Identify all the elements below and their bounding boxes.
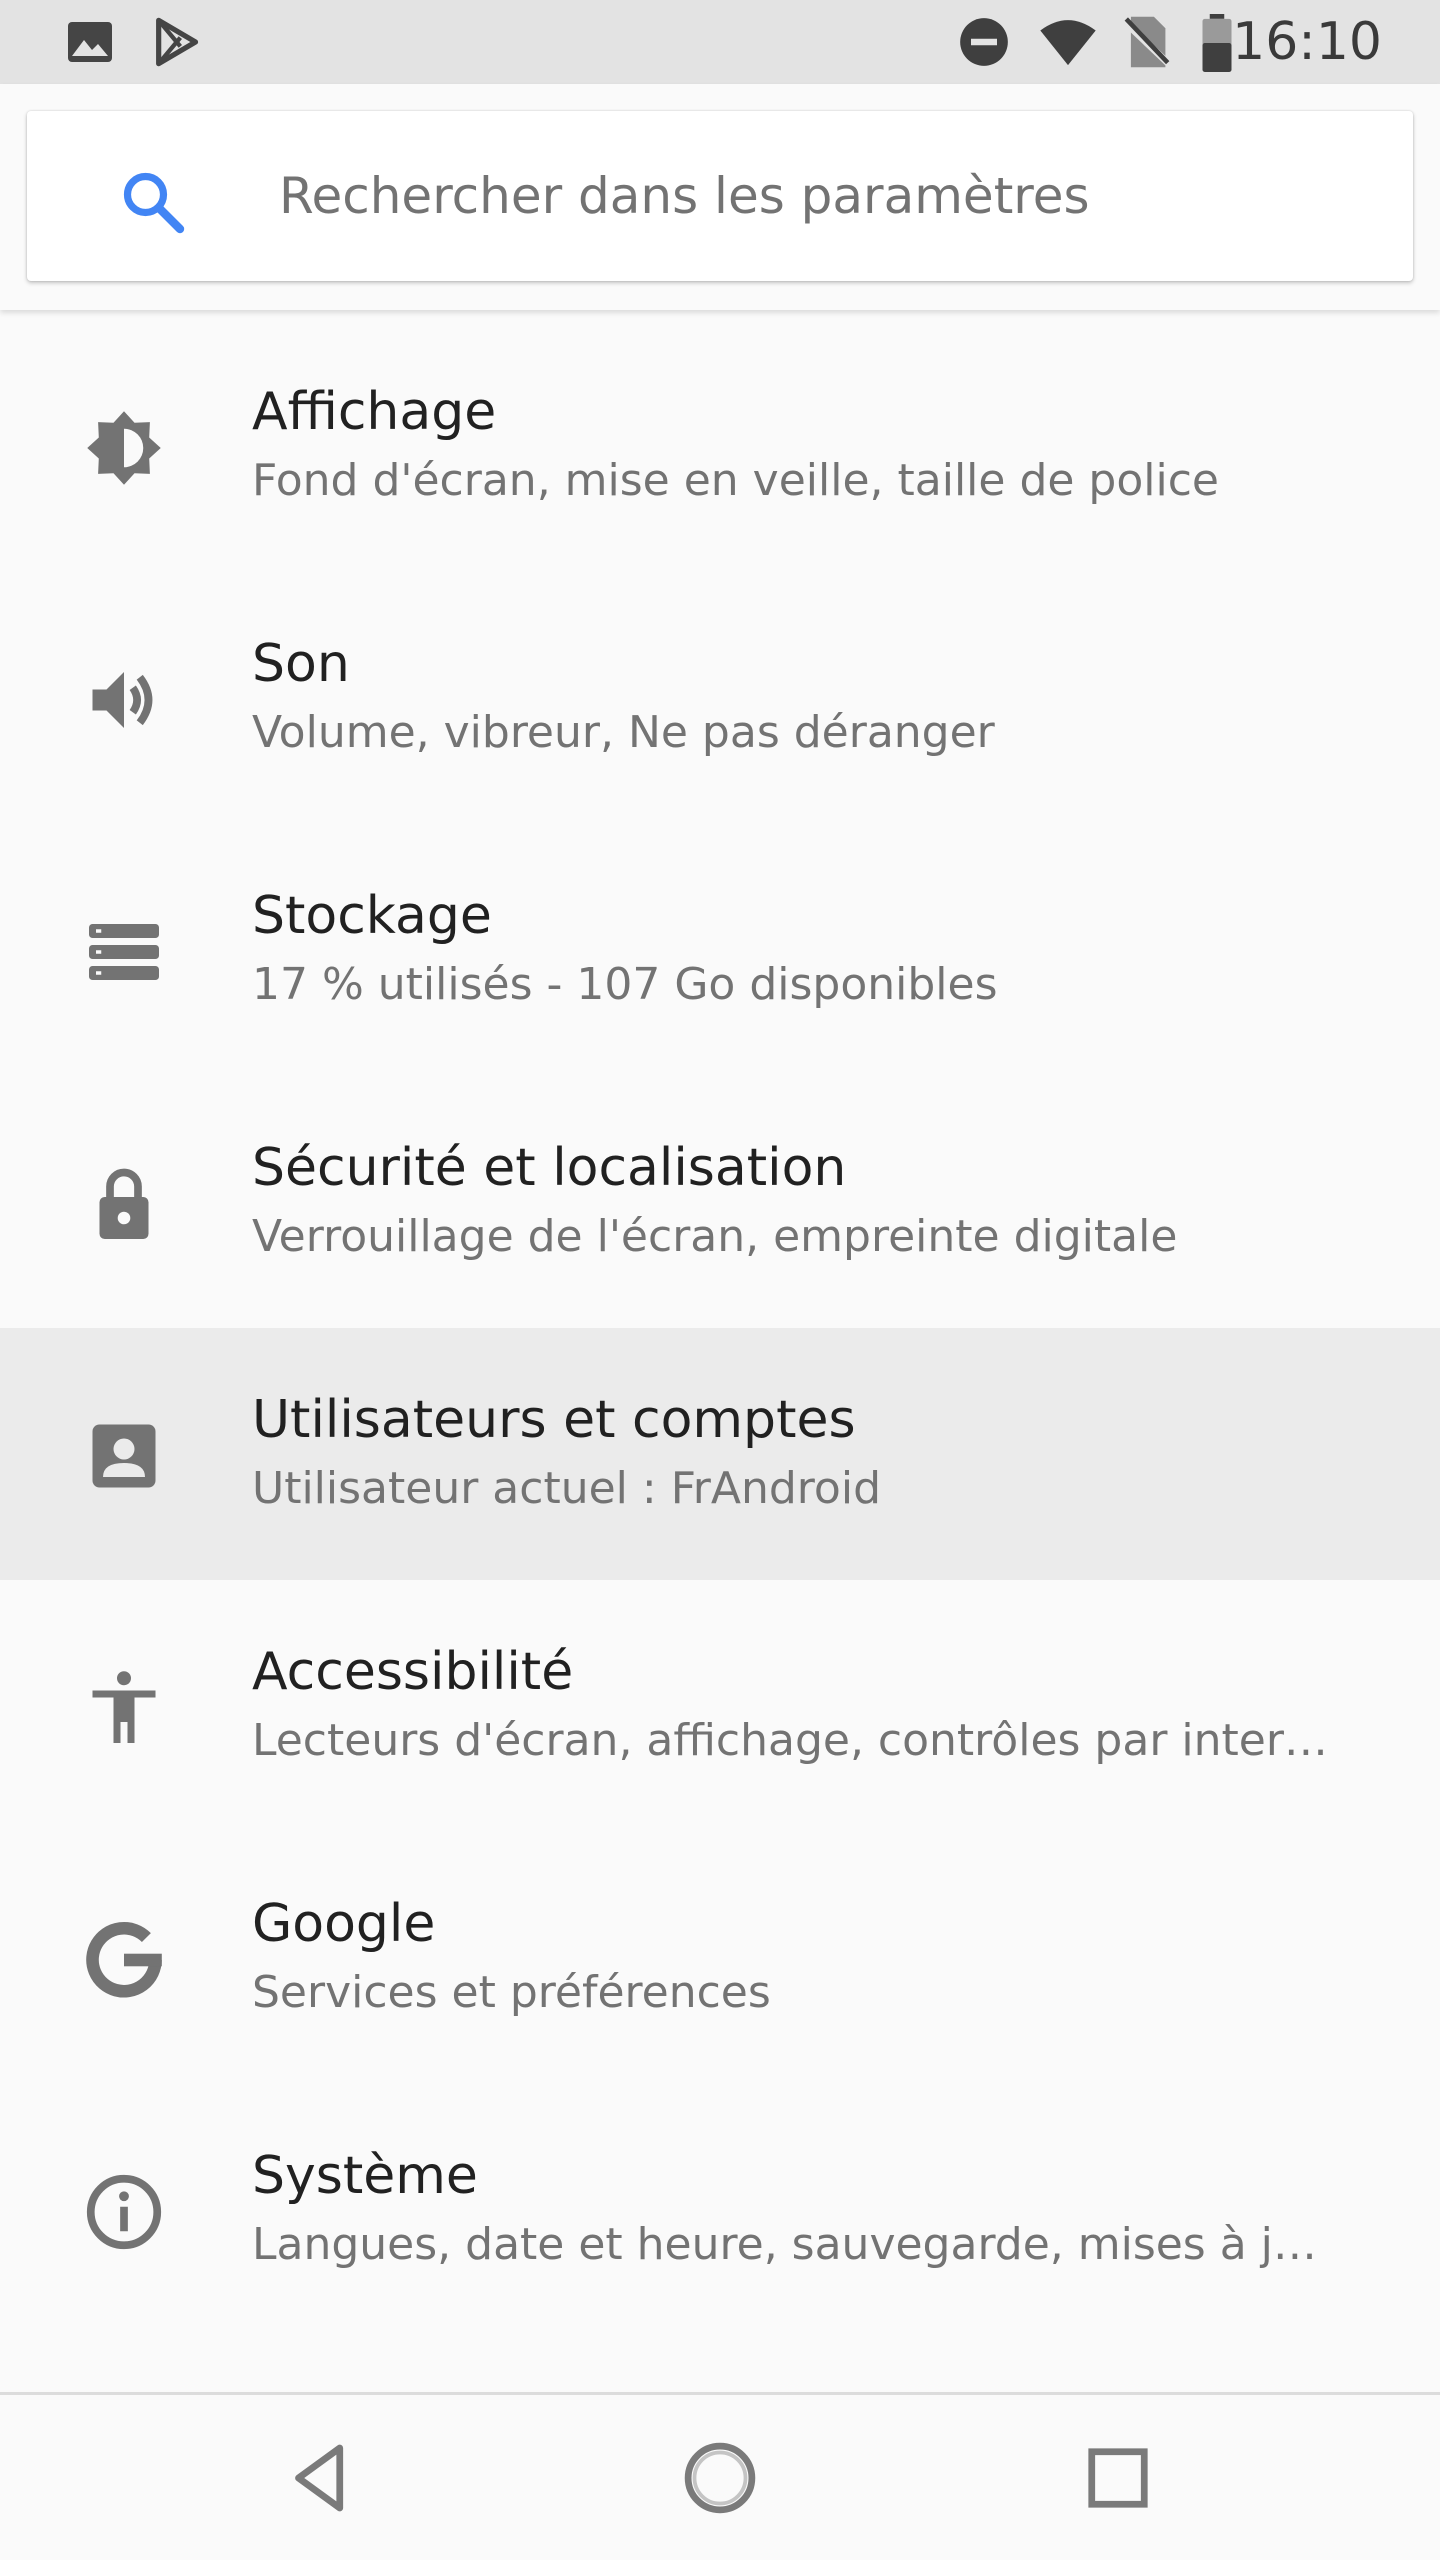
status-time: 16:10 <box>1232 12 1382 72</box>
volume-icon <box>82 658 166 742</box>
settings-item-title: Sécurité et localisation <box>252 1138 847 1198</box>
battery-icon <box>1200 14 1234 76</box>
play-store-icon <box>150 16 202 72</box>
wifi-icon <box>1038 16 1098 72</box>
home-icon[interactable] <box>675 2433 765 2523</box>
settings-item-title: Google <box>252 1894 436 1954</box>
google-icon <box>82 1918 166 2002</box>
settings-item-summary: Utilisateur actuel : FrAndroid <box>252 1463 881 1514</box>
storage-icon <box>82 910 166 994</box>
settings-screen: 16:10 Affic <box>0 0 1440 2560</box>
settings-item-summary: Services et préférences <box>252 1967 771 2018</box>
settings-item-title: Son <box>252 634 350 694</box>
settings-item-summary: Fond d'écran, mise en veille, taille de … <box>252 455 1219 506</box>
search-icon[interactable] <box>117 166 189 238</box>
settings-item-title: Système <box>252 2146 478 2206</box>
settings-item-storage[interactable]: Stockage 17 % utilisés - 107 Go disponib… <box>0 824 1440 1076</box>
accessibility-icon <box>82 1666 166 1750</box>
settings-item-title: Affichage <box>252 382 497 442</box>
search-bar[interactable] <box>27 111 1413 281</box>
search-input[interactable] <box>279 163 1359 229</box>
no-sim-icon <box>1121 14 1173 74</box>
settings-item-title: Utilisateurs et comptes <box>252 1390 856 1450</box>
image-icon <box>66 20 114 68</box>
settings-item-google[interactable]: Google Services et préférences <box>0 1832 1440 2084</box>
brightness-icon <box>82 406 166 490</box>
settings-item-summary: Langues, date et heure, sauvegarde, mise… <box>252 2219 1342 2270</box>
settings-item-title: Accessibilité <box>252 1642 574 1702</box>
back-icon[interactable] <box>276 2433 366 2523</box>
do-not-disturb-icon <box>958 16 1010 72</box>
navigation-bar <box>0 2392 1440 2560</box>
settings-item-security[interactable]: Sécurité et localisation Verrouillage de… <box>0 1076 1440 1328</box>
info-icon <box>82 2170 166 2254</box>
settings-item-users-accounts[interactable]: Utilisateurs et comptes Utilisateur actu… <box>0 1328 1440 1580</box>
settings-item-summary: 17 % utilisés - 107 Go disponibles <box>252 959 998 1010</box>
settings-item-display[interactable]: Affichage Fond d'écran, mise en veille, … <box>0 320 1440 572</box>
settings-item-summary: Verrouillage de l'écran, empreinte digit… <box>252 1211 1178 1262</box>
settings-item-summary: Lecteurs d'écran, affichage, contrôles p… <box>252 1715 1342 1766</box>
settings-list: Affichage Fond d'écran, mise en veille, … <box>0 320 1440 2336</box>
account-box-icon <box>82 1414 166 1498</box>
settings-item-title: Stockage <box>252 886 492 946</box>
settings-item-sound[interactable]: Son Volume, vibreur, Ne pas déranger <box>0 572 1440 824</box>
recents-icon[interactable] <box>1073 2433 1163 2523</box>
settings-item-system[interactable]: Système Langues, date et heure, sauvegar… <box>0 2084 1440 2336</box>
settings-item-summary: Volume, vibreur, Ne pas déranger <box>252 707 995 758</box>
lock-icon <box>82 1162 166 1246</box>
settings-item-accessibility[interactable]: Accessibilité Lecteurs d'écran, affichag… <box>0 1580 1440 1832</box>
status-bar: 16:10 <box>0 0 1440 84</box>
